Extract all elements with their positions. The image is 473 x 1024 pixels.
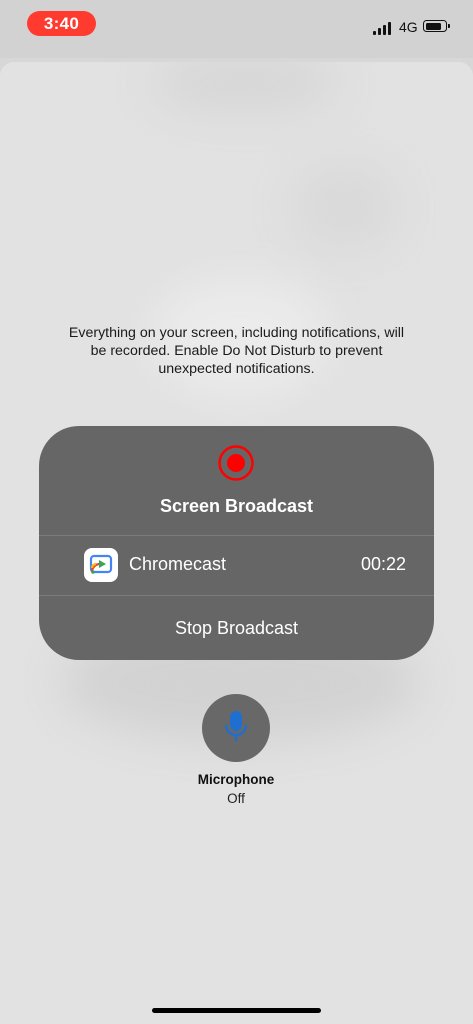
broadcast-app-name: Chromecast <box>129 554 227 574</box>
microphone-toggle-button[interactable] <box>202 694 270 762</box>
broadcast-app-row[interactable]: Chromecast 00:22 <box>39 536 434 595</box>
home-indicator[interactable] <box>152 1008 321 1013</box>
status-time-pill[interactable]: 3:40 <box>27 11 96 36</box>
network-type: 4G <box>399 19 418 35</box>
microphone-state: Off <box>227 791 245 806</box>
microphone-label: Microphone <box>197 772 275 787</box>
broadcast-card: Screen Broadcast Chromecast 00:22 Stop B… <box>39 426 434 660</box>
battery-icon <box>423 20 450 32</box>
status-bar: 3:40 4G <box>0 0 473 58</box>
microphone-icon <box>224 711 248 741</box>
background-blur <box>150 62 340 112</box>
chromecast-app-icon <box>84 548 118 582</box>
record-icon <box>218 445 254 481</box>
stop-broadcast-button[interactable]: Stop Broadcast <box>39 596 434 660</box>
broadcast-sheet: Everything on your screen, including not… <box>0 62 473 1024</box>
recording-warning-text: Everything on your screen, including not… <box>68 325 405 377</box>
broadcast-title: Screen Broadcast <box>159 496 314 516</box>
cellular-signal-icon <box>373 22 393 35</box>
broadcast-elapsed-time: 00:22 <box>360 554 406 574</box>
background-blur <box>290 162 400 252</box>
